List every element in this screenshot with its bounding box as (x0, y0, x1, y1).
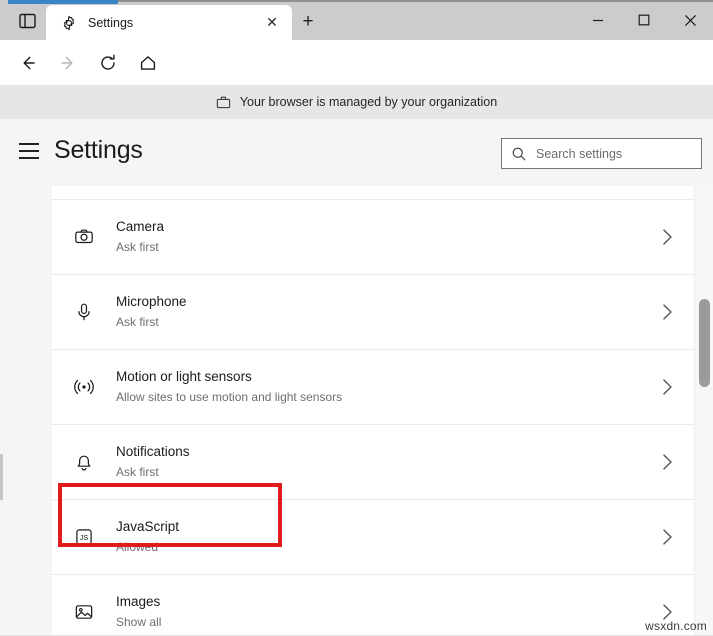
vertical-scrollbar[interactable] (694, 186, 713, 636)
briefcase-icon (216, 95, 231, 110)
rail-indicator (0, 454, 3, 500)
chevron-right-icon[interactable] (640, 303, 694, 321)
permission-status: Allow sites to use motion and light sens… (116, 389, 640, 406)
chevron-right-icon[interactable] (640, 528, 694, 546)
site-permissions-list: Camera Ask first Microphone Ask first (52, 186, 694, 636)
permission-title: Microphone (116, 293, 640, 311)
title-bar: Settings ✕ + (0, 0, 713, 40)
svg-text:JS: JS (80, 533, 89, 542)
permission-row-motion-sensors[interactable]: Motion or light sensors Allow sites to u… (52, 350, 694, 424)
permission-row-javascript[interactable]: JS JavaScript Allowed (52, 500, 694, 574)
search-settings-input[interactable]: Search settings (501, 138, 702, 169)
permission-row-notifications[interactable]: Notifications Ask first (52, 425, 694, 499)
tab-panel-icon (19, 13, 36, 29)
browser-window: Settings ✕ + (0, 0, 713, 636)
settings-left-rail (0, 186, 52, 636)
back-arrow-icon (18, 53, 38, 73)
minimize-button[interactable] (575, 0, 621, 40)
chevron-right-icon[interactable] (640, 228, 694, 246)
permission-text: JavaScript Allowed (110, 518, 640, 556)
gear-icon (60, 14, 78, 32)
permission-row-microphone[interactable]: Microphone Ask first (52, 275, 694, 349)
tab-actions-menu-button[interactable] (14, 10, 40, 32)
managed-browser-banner: Your browser is managed by your organiza… (0, 85, 713, 119)
chevron-right-icon[interactable] (640, 453, 694, 471)
permission-text: Microphone Ask first (110, 293, 640, 331)
managed-banner-text: Your browser is managed by your organiza… (240, 95, 497, 109)
forward-button[interactable] (51, 46, 85, 80)
permission-status: Ask first (116, 464, 640, 481)
home-button[interactable] (131, 46, 165, 80)
permission-title: Camera (116, 218, 640, 236)
motion-sensor-icon (58, 377, 110, 397)
maximize-button[interactable] (621, 0, 667, 40)
new-tab-button[interactable]: + (294, 9, 322, 35)
close-button[interactable] (667, 0, 713, 40)
maximize-icon (638, 14, 650, 26)
forward-arrow-icon (58, 53, 78, 73)
microphone-icon (58, 302, 110, 322)
settings-header: Settings Search settings (0, 119, 713, 186)
tab-settings[interactable]: Settings ✕ (46, 5, 292, 40)
window-controls (575, 0, 713, 40)
refresh-button[interactable] (91, 46, 125, 80)
permission-status: Allowed (116, 539, 640, 556)
back-button[interactable] (11, 46, 45, 80)
home-icon (138, 53, 158, 73)
partial-row-above (52, 186, 694, 200)
permission-status: Ask first (116, 314, 640, 331)
permission-title: JavaScript (116, 518, 640, 536)
permission-text: Images Show all (110, 593, 640, 631)
minimize-icon (592, 14, 604, 26)
permission-title: Motion or light sensors (116, 368, 640, 386)
permission-title: Notifications (116, 443, 640, 461)
watermark: wsxdn.com (645, 619, 707, 633)
permission-row-camera[interactable]: Camera Ask first (52, 200, 694, 274)
window-accent-strip (8, 0, 118, 4)
refresh-icon (98, 53, 118, 73)
permission-text: Camera Ask first (110, 218, 640, 256)
permission-status: Show all (116, 614, 640, 631)
search-placeholder: Search settings (536, 147, 622, 161)
page-title: Settings (54, 136, 143, 165)
permission-row-images[interactable]: Images Show all (52, 575, 694, 636)
close-icon (684, 14, 697, 27)
bell-icon (58, 452, 110, 472)
images-icon (58, 602, 110, 622)
tab-close-button[interactable]: ✕ (260, 11, 284, 35)
permission-status: Ask first (116, 239, 640, 256)
search-icon (511, 146, 527, 162)
chevron-right-icon[interactable] (640, 378, 694, 396)
scrollbar-thumb[interactable] (699, 299, 710, 387)
permission-text: Notifications Ask first (110, 443, 640, 481)
tab-title: Settings (88, 16, 260, 30)
permission-title: Images (116, 593, 640, 611)
camera-icon (58, 227, 110, 247)
hamburger-menu-icon[interactable] (19, 143, 39, 159)
permission-text: Motion or light sensors Allow sites to u… (110, 368, 640, 406)
javascript-icon: JS (58, 527, 110, 547)
browser-toolbar: Edge edge://settings/cont... (0, 40, 713, 85)
